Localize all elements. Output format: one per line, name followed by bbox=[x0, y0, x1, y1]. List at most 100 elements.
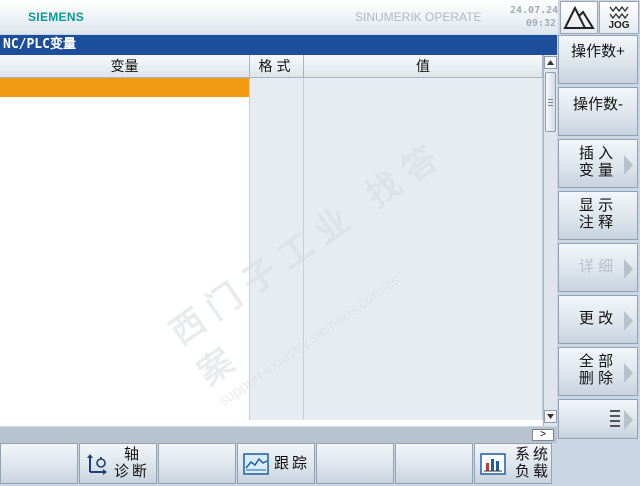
scroll-right-button[interactable]: > bbox=[532, 429, 554, 441]
table-row[interactable] bbox=[0, 306, 543, 325]
hsk-5[interactable] bbox=[316, 443, 394, 484]
scroll-down-button[interactable] bbox=[544, 410, 557, 423]
cell-variable[interactable] bbox=[0, 97, 250, 116]
cell-format[interactable] bbox=[250, 306, 304, 325]
cell-variable[interactable] bbox=[0, 78, 250, 97]
vsk-operand-plus[interactable]: 操作数+ bbox=[558, 35, 638, 84]
cell-value[interactable] bbox=[304, 325, 543, 344]
column-header-variable[interactable]: 变量 bbox=[0, 55, 250, 78]
cell-format[interactable] bbox=[250, 135, 304, 154]
cell-format[interactable] bbox=[250, 249, 304, 268]
cell-value[interactable] bbox=[304, 173, 543, 192]
cell-variable[interactable] bbox=[0, 363, 250, 382]
cell-format[interactable] bbox=[250, 116, 304, 135]
area-switch-button[interactable] bbox=[560, 1, 598, 34]
cell-value[interactable] bbox=[304, 287, 543, 306]
hsk-trace[interactable]: 跟踪 bbox=[237, 443, 315, 484]
cell-variable[interactable] bbox=[0, 173, 250, 192]
cell-value[interactable] bbox=[304, 230, 543, 249]
hsk-axis-diagnosis[interactable]: 轴 诊断 bbox=[79, 443, 157, 484]
table-row[interactable] bbox=[0, 135, 543, 154]
table-row[interactable] bbox=[0, 78, 543, 97]
vsk-change[interactable]: 更 改 bbox=[558, 295, 638, 344]
operating-mode-button[interactable]: JOG bbox=[599, 1, 639, 34]
vertical-scrollbar[interactable] bbox=[543, 55, 557, 426]
table-row[interactable] bbox=[0, 325, 543, 344]
cell-variable[interactable] bbox=[0, 230, 250, 249]
cell-value[interactable] bbox=[304, 382, 543, 401]
table-row[interactable] bbox=[0, 97, 543, 116]
column-header-format[interactable]: 格式 bbox=[250, 55, 304, 78]
cell-format[interactable] bbox=[250, 382, 304, 401]
cell-variable[interactable] bbox=[0, 249, 250, 268]
cell-format[interactable] bbox=[250, 154, 304, 173]
vsk-delete-all[interactable]: 全 部 删 除 bbox=[558, 347, 638, 396]
cell-variable[interactable] bbox=[0, 325, 250, 344]
cell-value[interactable] bbox=[304, 344, 543, 363]
submenu-arrow-icon bbox=[624, 311, 633, 331]
cell-value[interactable] bbox=[304, 192, 543, 211]
vsk-operand-minus[interactable]: 操作数- bbox=[558, 87, 638, 136]
cell-format[interactable] bbox=[250, 268, 304, 287]
cell-format[interactable] bbox=[250, 325, 304, 344]
vsk-show-comment[interactable]: 显 示 注 释 bbox=[558, 191, 638, 240]
cell-variable[interactable] bbox=[0, 401, 250, 420]
table-row[interactable] bbox=[0, 116, 543, 135]
cell-value[interactable] bbox=[304, 78, 543, 97]
table-row[interactable] bbox=[0, 382, 543, 401]
table-row[interactable] bbox=[0, 344, 543, 363]
cell-format[interactable] bbox=[250, 344, 304, 363]
cell-value[interactable] bbox=[304, 116, 543, 135]
table-row[interactable] bbox=[0, 192, 543, 211]
table-row[interactable] bbox=[0, 268, 543, 287]
cell-variable[interactable] bbox=[0, 135, 250, 154]
table-row[interactable] bbox=[0, 230, 543, 249]
table-row[interactable] bbox=[0, 154, 543, 173]
cell-value[interactable] bbox=[304, 401, 543, 420]
cell-variable[interactable] bbox=[0, 154, 250, 173]
submenu-arrow-icon bbox=[624, 155, 633, 175]
cell-value[interactable] bbox=[304, 363, 543, 382]
table-row[interactable] bbox=[0, 249, 543, 268]
cell-format[interactable] bbox=[250, 78, 304, 97]
cell-variable[interactable] bbox=[0, 306, 250, 325]
cell-format[interactable] bbox=[250, 211, 304, 230]
cell-format[interactable] bbox=[250, 363, 304, 382]
table-row[interactable] bbox=[0, 211, 543, 230]
cell-variable[interactable] bbox=[0, 192, 250, 211]
cell-format[interactable] bbox=[250, 97, 304, 116]
table-row[interactable] bbox=[0, 401, 543, 420]
cell-value[interactable] bbox=[304, 306, 543, 325]
cell-value[interactable] bbox=[304, 211, 543, 230]
hsk-6[interactable] bbox=[395, 443, 473, 484]
scroll-up-button[interactable] bbox=[544, 56, 557, 69]
column-header-value[interactable]: 值 bbox=[304, 55, 543, 78]
table-row[interactable] bbox=[0, 363, 543, 382]
cell-value[interactable] bbox=[304, 268, 543, 287]
horizontal-scrollbar[interactable]: > bbox=[0, 427, 557, 443]
scroll-thumb[interactable] bbox=[545, 72, 556, 132]
cell-variable[interactable] bbox=[0, 268, 250, 287]
cell-format[interactable] bbox=[250, 192, 304, 211]
cell-variable[interactable] bbox=[0, 287, 250, 306]
cell-variable[interactable] bbox=[0, 344, 250, 363]
cell-value[interactable] bbox=[304, 135, 543, 154]
cell-format[interactable] bbox=[250, 230, 304, 249]
cell-value[interactable] bbox=[304, 97, 543, 116]
cell-variable[interactable] bbox=[0, 382, 250, 401]
cell-variable[interactable] bbox=[0, 116, 250, 135]
vsk-insert-variable[interactable]: 插 入 变 量 bbox=[558, 139, 638, 188]
vsk-more-menu[interactable] bbox=[558, 399, 638, 439]
table-row[interactable] bbox=[0, 173, 543, 192]
cell-value[interactable] bbox=[304, 249, 543, 268]
cell-format[interactable] bbox=[250, 401, 304, 420]
table-row[interactable] bbox=[0, 287, 543, 306]
cell-variable[interactable] bbox=[0, 211, 250, 230]
vsk-details[interactable]: 详 细 bbox=[558, 243, 638, 292]
hsk-3[interactable] bbox=[158, 443, 236, 484]
hsk-system-load[interactable]: 系统 负载 bbox=[474, 443, 552, 484]
hsk-1[interactable] bbox=[0, 443, 78, 484]
cell-value[interactable] bbox=[304, 154, 543, 173]
cell-format[interactable] bbox=[250, 287, 304, 306]
cell-format[interactable] bbox=[250, 173, 304, 192]
